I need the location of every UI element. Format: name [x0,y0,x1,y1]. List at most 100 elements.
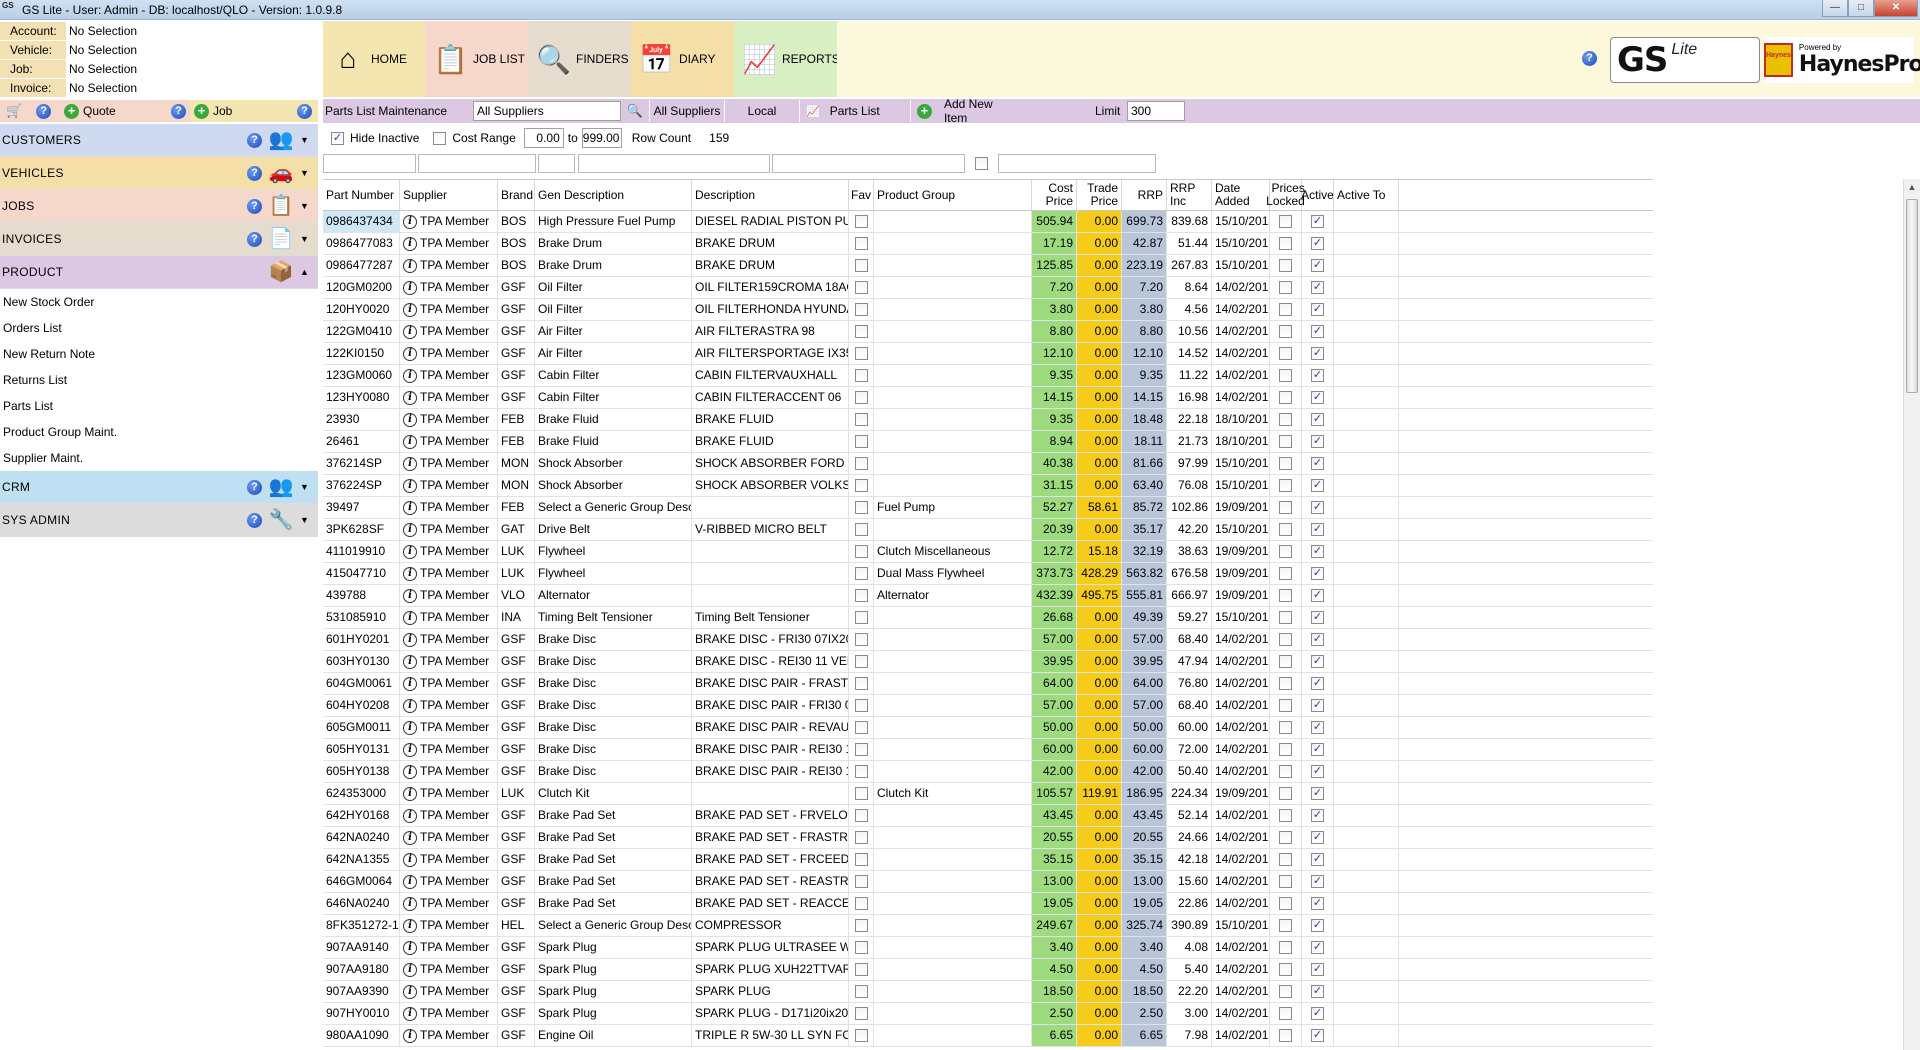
fav-cell[interactable] [849,563,874,584]
trade-price-cell[interactable]: 0.00 [1077,255,1122,276]
active-cell[interactable]: ✓ [1302,959,1334,980]
active-checkbox[interactable]: ✓ [1311,831,1324,845]
brand-cell[interactable]: GSF [498,937,535,958]
description-cell[interactable]: BRAKE PAD SET - REACCENTI20I3... [692,893,849,914]
prices-locked-cell[interactable] [1270,761,1302,782]
rrp-inc-cell[interactable]: 72.00 [1167,739,1212,760]
trade-price-cell[interactable]: 0.00 [1077,981,1122,1002]
rrp-inc-cell[interactable]: 60.00 [1167,717,1212,738]
info-icon[interactable]: i [403,478,417,493]
active-to-cell[interactable] [1334,255,1399,276]
product-group-cell[interactable] [874,915,1032,936]
prices-locked-cell[interactable] [1270,893,1302,914]
product-group-cell[interactable] [874,761,1032,782]
prices-locked-checkbox[interactable] [1279,567,1292,581]
prices-locked-checkbox[interactable] [1279,369,1292,383]
description-filter[interactable] [772,154,965,173]
prices-locked-cell[interactable] [1270,959,1302,980]
active-checkbox[interactable]: ✓ [1311,545,1324,559]
gen-description-cell[interactable]: Alternator [535,585,692,606]
new-quote-button[interactable]: + Quote ? [60,100,190,122]
active-cell[interactable]: ✓ [1302,761,1334,782]
prices-locked-checkbox[interactable] [1279,897,1292,911]
rrp-cell[interactable]: 3.80 [1122,299,1167,320]
cost-price-cell[interactable]: 14.15 [1032,387,1077,408]
brand-cell[interactable]: LUK [498,783,535,804]
prices-locked-cell[interactable] [1270,431,1302,452]
fav-checkbox[interactable] [854,655,868,669]
prices-locked-checkbox[interactable] [1279,391,1292,405]
cost-price-cell[interactable]: 26.68 [1032,607,1077,628]
date-added-cell[interactable]: 18/10/2018 [1212,409,1270,430]
info-icon[interactable]: i [403,720,417,735]
cost-price-cell[interactable]: 12.72 [1032,541,1077,562]
hide-inactive-checkbox[interactable]: ✓ [331,131,344,145]
cost-price-cell[interactable]: 39.95 [1032,651,1077,672]
cart-icon[interactable]: 🛒 [6,103,22,119]
date-added-cell[interactable]: 15/10/2018 [1212,255,1270,276]
fav-cell[interactable] [849,497,874,518]
brand-cell[interactable]: GSF [498,365,535,386]
prices-locked-checkbox[interactable] [1279,721,1292,735]
product-group-cell[interactable] [874,277,1032,298]
cost-price-cell[interactable]: 9.35 [1032,365,1077,386]
trade-price-cell[interactable]: 0.00 [1077,519,1122,540]
brand-cell[interactable]: LUK [498,541,535,562]
active-to-cell[interactable] [1334,475,1399,496]
fav-checkbox[interactable] [854,963,868,977]
fav-checkbox[interactable] [854,347,868,361]
info-icon[interactable]: i [403,852,417,867]
rrp-cell[interactable]: 13.00 [1122,871,1167,892]
table-row[interactable]: 122GM0410 i TPA Member GSF Air Filter AIR FIL… [323,321,1653,343]
parts-list-button[interactable]: 📈 Parts List [800,100,910,122]
active-to-cell[interactable] [1334,585,1399,606]
fav-cell[interactable] [849,805,874,826]
fav-checkbox[interactable] [854,391,868,405]
prices-locked-checkbox[interactable] [1279,523,1292,537]
cost-to-input[interactable]: 999.00 [581,128,622,148]
column-header[interactable]: Brand [498,180,535,210]
brand-cell[interactable]: INA [498,607,535,628]
prices-locked-cell[interactable] [1270,321,1302,342]
supplier-cell[interactable]: i TPA Member [400,673,498,694]
supplier-cell[interactable]: i TPA Member [400,365,498,386]
prices-locked-checkbox[interactable] [1279,347,1292,361]
rrp-inc-cell[interactable]: 676.58 [1167,563,1212,584]
table-row[interactable]: 907AA9180 i TPA Member GSF Spark Plug SPARK P… [323,959,1653,981]
active-to-cell[interactable] [1334,299,1399,320]
info-icon[interactable]: i [403,390,417,405]
supplier-cell[interactable]: i TPA Member [400,277,498,298]
info-icon[interactable]: i [403,214,417,229]
fav-cell[interactable] [849,717,874,738]
prices-locked-checkbox[interactable] [1279,809,1292,823]
product-group-cell[interactable] [874,893,1032,914]
rrp-inc-cell[interactable]: 10.56 [1167,321,1212,342]
fav-checkbox[interactable] [854,699,868,713]
gen-description-cell[interactable]: Brake Disc [535,695,692,716]
supplier-cell[interactable]: i TPA Member [400,1025,498,1046]
rrp-inc-cell[interactable]: 224.34 [1167,783,1212,804]
description-cell[interactable] [692,541,849,562]
info-icon[interactable]: i [403,984,417,999]
info-icon[interactable]: i [403,764,417,779]
supplier-cell[interactable]: i TPA Member [400,585,498,606]
prices-locked-checkbox[interactable] [1279,501,1292,515]
gen-description-cell[interactable]: Engine Oil [535,1025,692,1046]
prices-locked-checkbox[interactable] [1279,633,1292,647]
gen-description-cell[interactable]: Spark Plug [535,959,692,980]
date-added-cell[interactable]: 14/02/2019 [1212,981,1270,1002]
rrp-cell[interactable]: 60.00 [1122,739,1167,760]
table-row[interactable]: 907HY0010 i TPA Member GSF Spark Plug SPARK P… [323,1003,1653,1025]
table-row[interactable]: 122KI0150 i TPA Member GSF Air Filter AIR FIL… [323,343,1653,365]
product-menu-item[interactable]: Supplier Maint. [0,445,318,471]
part-number-cell[interactable]: 624353000 [323,783,400,804]
gen-description-cell[interactable]: Shock Absorber [535,475,692,496]
cost-price-cell[interactable]: 31.15 [1032,475,1077,496]
gen-description-cell[interactable]: Air Filter [535,321,692,342]
product-group-cell[interactable] [874,255,1032,276]
description-cell[interactable]: BRAKE FLUID [692,409,849,430]
fav-cell[interactable] [849,827,874,848]
table-row[interactable]: 642HY0168 i TPA Member GSF Brake Pad Set BRAK… [323,805,1653,827]
part-number-cell[interactable]: 604HY0208 [323,695,400,716]
supplier-cell[interactable]: i TPA Member [400,717,498,738]
